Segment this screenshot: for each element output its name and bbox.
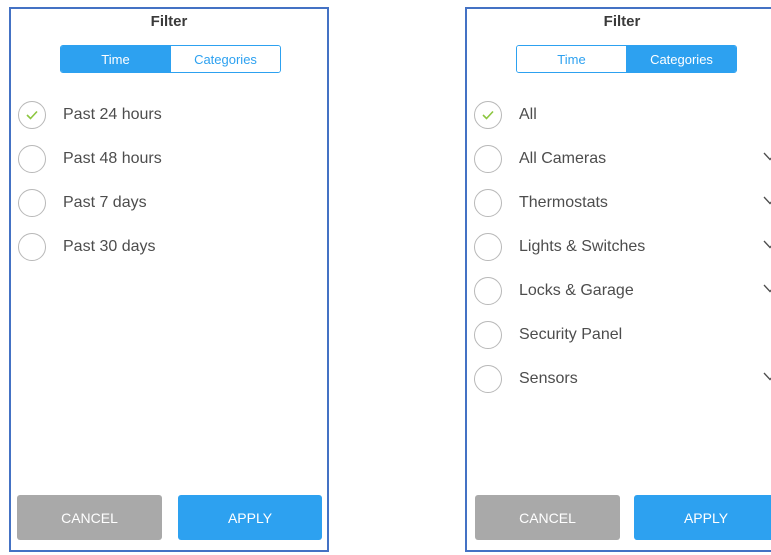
- chevron-down-icon[interactable]: [763, 152, 771, 161]
- option-label: All Cameras: [519, 150, 607, 167]
- radio-unchecked-icon[interactable]: [18, 145, 46, 173]
- filter-segmented-control: Time Categories: [60, 45, 281, 73]
- apply-button[interactable]: APPLY: [178, 495, 322, 540]
- tab-categories[interactable]: Categories: [170, 46, 280, 72]
- option-label: Thermostats: [519, 194, 608, 211]
- filter-title: Filter: [603, 13, 641, 30]
- radio-unchecked-icon[interactable]: [474, 189, 502, 217]
- radio-unchecked-icon[interactable]: [474, 365, 502, 393]
- option-past-24-hours[interactable]: Past 24 hours: [11, 93, 327, 137]
- apply-button[interactable]: APPLY: [634, 495, 771, 540]
- option-label: Past 24 hours: [63, 106, 162, 123]
- option-label: All: [519, 106, 537, 123]
- category-option-list: All All Cameras Thermostats Lights & Swi…: [467, 93, 771, 401]
- chevron-down-icon[interactable]: [763, 372, 771, 381]
- option-label: Sensors: [519, 370, 578, 387]
- time-option-list: Past 24 hours Past 48 hours Past 7 days …: [11, 93, 327, 269]
- tab-categories[interactable]: Categories: [626, 46, 736, 72]
- tab-time[interactable]: Time: [517, 46, 626, 72]
- option-security-panel[interactable]: Security Panel: [467, 313, 771, 357]
- chevron-down-icon[interactable]: [763, 240, 771, 249]
- option-all[interactable]: All: [467, 93, 771, 137]
- option-past-30-days[interactable]: Past 30 days: [11, 225, 327, 269]
- option-label: Past 7 days: [63, 194, 147, 211]
- option-lights-switches[interactable]: Lights & Switches: [467, 225, 771, 269]
- chevron-down-icon[interactable]: [763, 196, 771, 205]
- tab-time[interactable]: Time: [61, 46, 170, 72]
- option-label: Security Panel: [519, 326, 623, 343]
- radio-unchecked-icon[interactable]: [474, 233, 502, 261]
- categories-filter-panel: Filter Time Categories All All Cameras T…: [465, 7, 771, 552]
- option-thermostats[interactable]: Thermostats: [467, 181, 771, 225]
- radio-unchecked-icon[interactable]: [474, 277, 502, 305]
- cancel-button[interactable]: CANCEL: [17, 495, 162, 540]
- filter-segmented-control: Time Categories: [516, 45, 737, 73]
- option-sensors[interactable]: Sensors: [467, 357, 771, 401]
- chevron-down-icon[interactable]: [763, 284, 771, 293]
- option-all-cameras[interactable]: All Cameras: [467, 137, 771, 181]
- time-filter-panel: Filter Time Categories Past 24 hours Pas…: [9, 7, 329, 552]
- option-label: Past 48 hours: [63, 150, 162, 167]
- filter-title: Filter: [150, 13, 188, 30]
- option-past-7-days[interactable]: Past 7 days: [11, 181, 327, 225]
- radio-checked-icon[interactable]: [18, 101, 46, 129]
- option-past-48-hours[interactable]: Past 48 hours: [11, 137, 327, 181]
- option-label: Past 30 days: [63, 238, 156, 255]
- radio-unchecked-icon[interactable]: [474, 321, 502, 349]
- radio-unchecked-icon[interactable]: [18, 189, 46, 217]
- cancel-button[interactable]: CANCEL: [475, 495, 620, 540]
- radio-unchecked-icon[interactable]: [18, 233, 46, 261]
- option-locks-garage[interactable]: Locks & Garage: [467, 269, 771, 313]
- radio-checked-icon[interactable]: [474, 101, 502, 129]
- option-label: Lights & Switches: [519, 238, 646, 255]
- option-label: Locks & Garage: [519, 282, 634, 299]
- radio-unchecked-icon[interactable]: [474, 145, 502, 173]
